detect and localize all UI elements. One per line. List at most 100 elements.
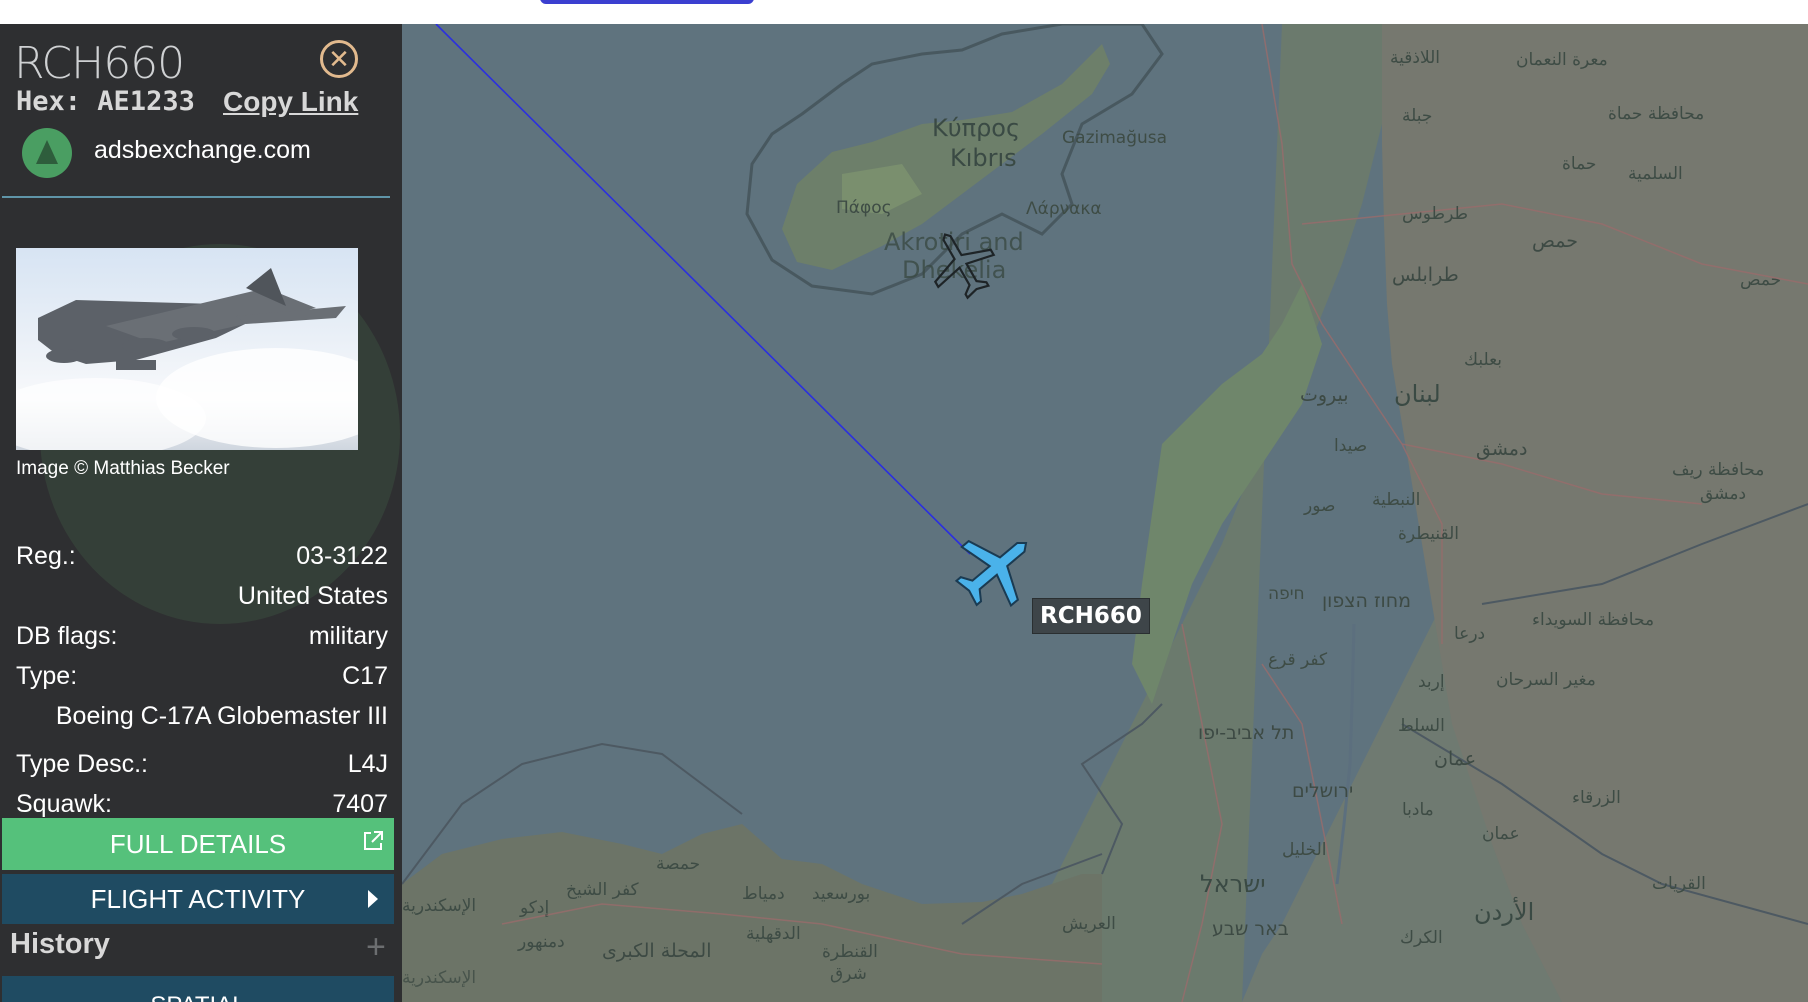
map-label-sidon: صيدا	[1334, 436, 1368, 456]
map-label-latakia: اللاذقية	[1390, 48, 1440, 68]
map-label-rif-dimashq: محافظة ريف	[1672, 460, 1765, 480]
spatial-button[interactable]: SPATIAL	[2, 976, 394, 1002]
other-aircraft-icon[interactable]	[922, 224, 1002, 304]
map-label-salamiyah: السلمية	[1628, 164, 1683, 184]
field-value: military	[308, 622, 388, 650]
flight-activity-label: FLIGHT ACTIVITY	[90, 884, 306, 914]
map-label-north-district: מחוז הצפון	[1322, 590, 1412, 612]
map-label-baalbek: بعلبك	[1464, 350, 1503, 370]
map-label-jordan: الأردن	[1474, 898, 1535, 926]
field-value: United States	[237, 582, 388, 610]
map-label-kafr-kanna: كفر قرع	[1268, 650, 1328, 670]
map-label-mahalla: المحلة الكبرى	[602, 940, 712, 962]
close-icon[interactable]: ✕	[320, 40, 358, 78]
map-label-port-said: بورسعيد	[812, 884, 871, 904]
map-label-hamam: حمصة	[656, 854, 701, 874]
aircraft-callsign: RCH660	[14, 38, 185, 89]
map-label-homs-east: حمص	[1740, 270, 1782, 290]
map-label-jerusalem: ירושלים	[1292, 780, 1354, 802]
egypt-land	[402, 824, 1102, 1002]
map-label-haifa: חיפה	[1268, 584, 1305, 604]
map-label-hama: حماة	[1562, 154, 1597, 174]
map-label-salt: السلط	[1398, 716, 1445, 736]
map-view[interactable]: Κύπρος Kıbrıs Gazimağusa Πάφος Λάρνακα A…	[402, 24, 1808, 1002]
map-label-homs: حمص	[1532, 230, 1579, 252]
map-label-larnaka: Λάρνακα	[1026, 199, 1102, 219]
top-strip	[0, 0, 1808, 24]
field-value: Boeing C-17A Globemaster III	[55, 702, 388, 730]
map-label-hebron: الخليل	[1282, 840, 1327, 860]
map-label-hama-gov: محافظة حماة	[1608, 104, 1705, 124]
spatial-label: SPATIAL	[150, 992, 245, 1002]
photo-credit: Image © Matthias Becker	[16, 458, 230, 479]
chevron-right-icon	[368, 890, 378, 908]
map-label-gazimagusa: Gazimağusa	[1062, 128, 1168, 148]
map-label-tartus: طرطوس	[1402, 204, 1468, 224]
map-label-qantara: القنطرة	[822, 942, 878, 962]
map-label-idku: إدكو	[520, 898, 550, 918]
map-label-damietta: دمياط	[742, 884, 785, 904]
map-label-madaba: مادبا	[1402, 800, 1434, 820]
site-link[interactable]: adsbexchange.com	[94, 136, 311, 165]
selected-aircraft-icon[interactable]	[950, 524, 1040, 614]
copy-link-button[interactable]: Copy Link	[223, 86, 358, 118]
plus-icon[interactable]: +	[366, 928, 386, 967]
full-details-label: FULL DETAILS	[109, 829, 287, 859]
adsbexchange-logo-icon[interactable]	[22, 128, 72, 178]
history-heading[interactable]: History	[10, 928, 110, 961]
map-label-beer-sheva: באר שבע	[1212, 918, 1289, 940]
map-label-rif-dimashq-2: دمشق	[1700, 484, 1747, 504]
map-label-alexandria: الإسكندرية	[402, 896, 477, 916]
top-tab-indicator[interactable]	[540, 0, 754, 4]
map-label-sweida: محافظة السويداء	[1532, 610, 1655, 630]
hex-value: AE1233	[97, 86, 195, 117]
map-label-alexandria-2: الإسكندرية	[402, 968, 477, 988]
field-label: Squawk:	[16, 790, 112, 818]
selected-aircraft-label[interactable]: RCH660	[1032, 598, 1150, 634]
map-label-mafraq: مغير السرحان	[1496, 670, 1596, 690]
map-label-damascus: دمشق	[1476, 438, 1528, 460]
map-label-arish: العريش	[1062, 914, 1116, 934]
map-canvas[interactable]	[402, 24, 1808, 1002]
field-value: C17	[342, 662, 388, 690]
map-label-amman-2: عمان	[1482, 824, 1520, 844]
map-label-lebanon: لبنان	[1394, 380, 1441, 408]
map-label-nabatieh: النبطية	[1372, 490, 1421, 510]
map-label-beirut: بيروت	[1300, 384, 1349, 406]
map-label-israel: ישראל	[1200, 870, 1266, 898]
map-label-cyprus-gr: Κύπρος	[932, 114, 1021, 142]
field-label: Reg.:	[16, 542, 76, 570]
aircraft-photo[interactable]	[16, 248, 358, 450]
field-label: Type:	[16, 662, 78, 690]
full-details-button[interactable]: FULL DETAILS	[2, 818, 394, 870]
field-value: 7407	[332, 790, 388, 818]
map-label-tel-aviv: תל אביב-יפו	[1198, 722, 1295, 744]
map-label-hamoul: دمنهور	[518, 932, 565, 952]
hex-line: Hex: AE1233	[16, 86, 195, 117]
map-label-qurayyat: القريات	[1652, 874, 1706, 894]
map-label-kerak: الكرك	[1400, 928, 1443, 948]
map-label-quneitra: القنيطرة	[1398, 524, 1459, 544]
map-label-daraa: درعا	[1454, 624, 1486, 644]
map-label-jableh: جبلة	[1402, 106, 1433, 126]
divider	[2, 196, 390, 198]
map-label-kafr: كفر الشيخ	[566, 880, 639, 900]
map-label-tripoli: طرابلس	[1392, 264, 1459, 286]
map-label-pafos: Πάφος	[836, 198, 892, 218]
map-label-maarat: معرة النعمان	[1516, 50, 1608, 70]
external-link-icon	[364, 831, 383, 850]
map-label-amman: عمان	[1434, 748, 1477, 770]
flight-activity-button[interactable]: FLIGHT ACTIVITY	[2, 874, 394, 924]
field-label: Type Desc.:	[16, 750, 148, 778]
map-label-qantara-2: شرق	[830, 964, 867, 984]
field-label: DB flags:	[16, 622, 118, 650]
hex-label: Hex:	[16, 86, 82, 117]
field-value: L4J	[347, 750, 388, 778]
flight-track-line	[435, 24, 971, 555]
map-label-dakahlia: الدقهلية	[746, 924, 801, 944]
field-value: 03-3122	[296, 542, 388, 570]
map-label-cyprus-tr: Kıbrıs	[950, 144, 1017, 172]
aircraft-info-panel: RCH660 ✕ Hex: AE1233 Copy Link adsbexcha…	[0, 24, 402, 1002]
map-label-tyre: صور	[1304, 496, 1336, 516]
map-label-irbid: إربد	[1418, 672, 1445, 692]
